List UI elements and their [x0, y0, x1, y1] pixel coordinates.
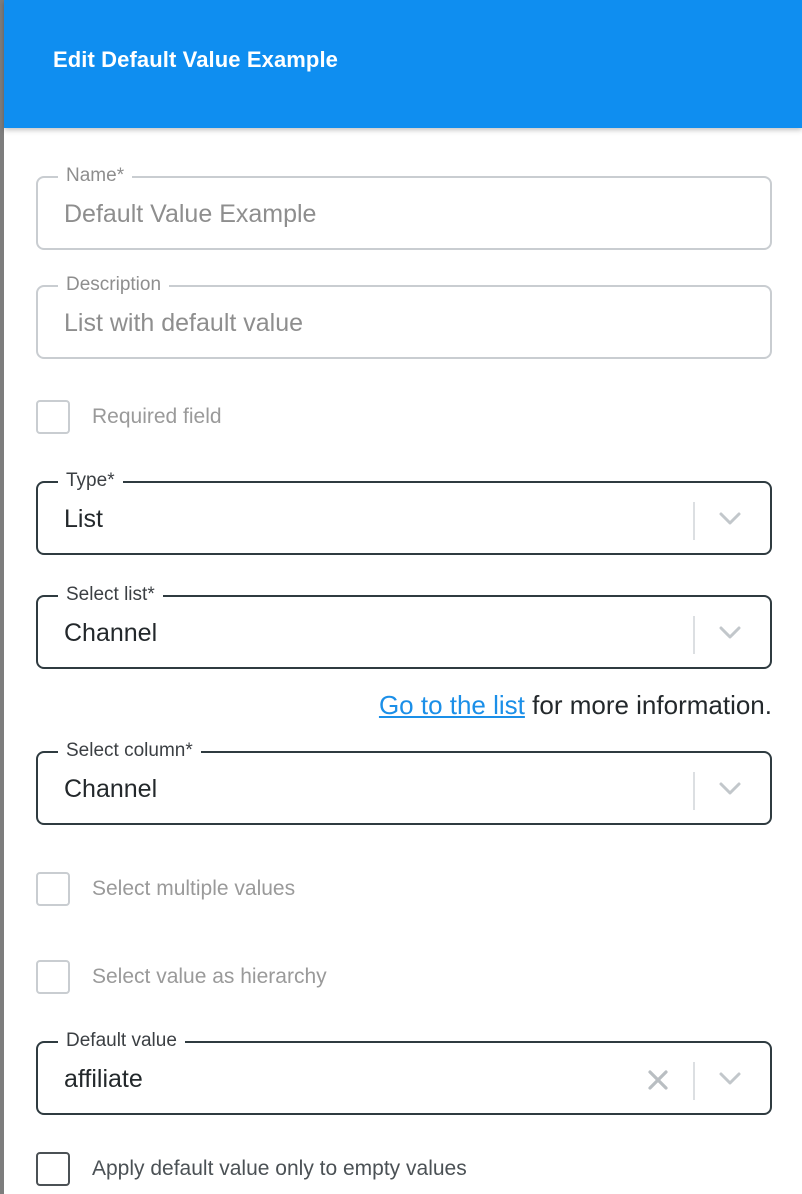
chevron-down-icon[interactable]: [715, 1063, 745, 1095]
select-list-value: Channel: [64, 619, 158, 647]
apply-default-empty-checkbox[interactable]: [36, 1152, 70, 1186]
select-separator: [693, 772, 695, 810]
dialog-title: Edit Default Value Example: [53, 47, 339, 72]
default-value-select[interactable]: Default value affiliate: [36, 1028, 772, 1115]
description-field[interactable]: Description List with default value: [36, 272, 772, 359]
description-field-value: List with default value: [64, 309, 304, 337]
select-list-select[interactable]: Select list* Channel: [36, 582, 772, 669]
type-select-value: List: [64, 505, 103, 533]
chevron-down-icon[interactable]: [715, 617, 745, 649]
select-multiple-checkbox-label: Select multiple values: [92, 877, 296, 900]
name-field-value: Default Value Example: [64, 200, 317, 228]
select-hierarchy-checkbox[interactable]: [36, 960, 70, 994]
select-column-label: Select column*: [58, 738, 201, 764]
background-overlay-edge: [0, 0, 4, 1194]
go-to-list-helper: Go to the list for more information.: [379, 688, 772, 722]
select-separator: [693, 616, 695, 654]
type-select-label: Type*: [58, 468, 123, 494]
name-field-label: Name*: [58, 163, 133, 189]
required-field-checkbox[interactable]: [36, 400, 70, 434]
select-column-select[interactable]: Select column* Channel: [36, 738, 772, 825]
chevron-down-icon[interactable]: [715, 503, 745, 535]
required-field-checkbox-label: Required field: [92, 405, 222, 428]
select-list-label: Select list*: [58, 582, 163, 608]
close-icon[interactable]: [646, 1068, 670, 1092]
default-value-value: affiliate: [64, 1065, 143, 1093]
helper-suffix: for more information.: [524, 690, 772, 720]
go-to-list-link[interactable]: Go to the list: [379, 690, 525, 720]
description-field-label: Description: [58, 272, 170, 298]
select-separator: [693, 1062, 695, 1100]
name-field[interactable]: Name* Default Value Example: [36, 163, 772, 250]
default-value-label: Default value: [58, 1028, 185, 1054]
select-hierarchy-checkbox-label: Select value as hierarchy: [92, 965, 327, 988]
dialog-header: Edit Default Value Example: [4, 0, 802, 128]
select-separator: [693, 502, 695, 540]
select-column-value: Channel: [64, 775, 158, 803]
apply-default-empty-checkbox-label: Apply default value only to empty values: [92, 1157, 467, 1180]
chevron-down-icon[interactable]: [715, 773, 745, 805]
select-multiple-checkbox[interactable]: [36, 872, 70, 906]
type-select[interactable]: Type* List: [36, 468, 772, 555]
